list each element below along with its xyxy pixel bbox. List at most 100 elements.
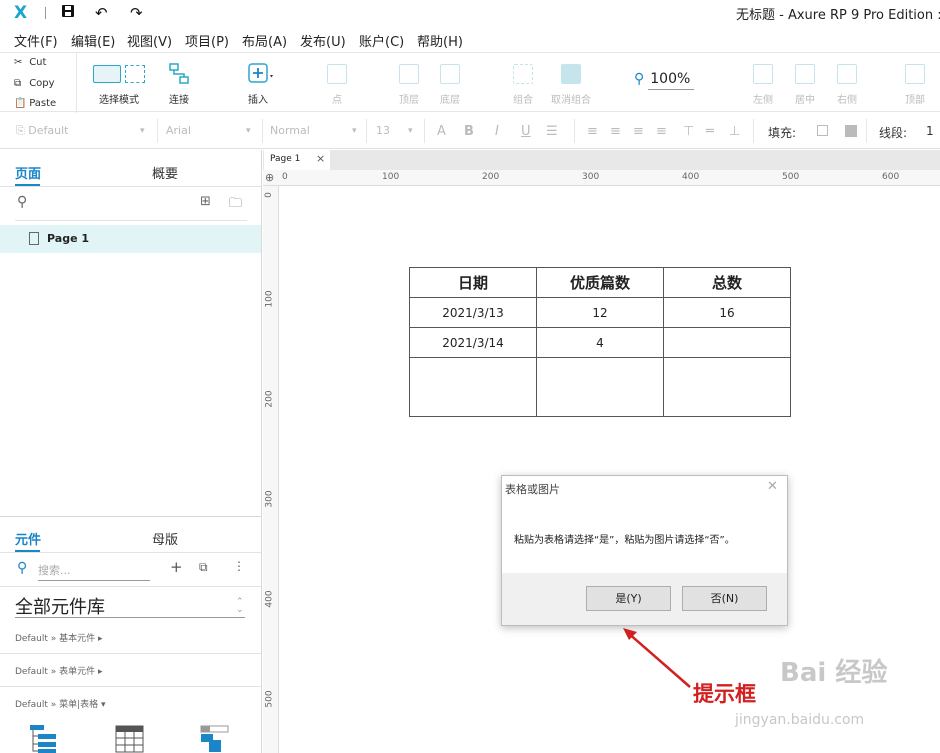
menu-project[interactable]: 项目(P) xyxy=(185,31,229,50)
yes-button[interactable]: 是(Y) xyxy=(586,586,671,611)
widget-search-input[interactable]: 搜索... xyxy=(38,562,150,581)
connect-button[interactable]: 连接 xyxy=(149,61,209,106)
table-cell[interactable] xyxy=(663,327,791,358)
menu-file[interactable]: 文件(F) xyxy=(14,31,58,50)
more-icon[interactable]: ⋮ xyxy=(233,559,245,573)
library-options-icon[interactable]: ⧉ xyxy=(199,560,208,575)
menu-layout[interactable]: 布局(A) xyxy=(242,31,287,50)
search-icon[interactable]: ⚲ xyxy=(17,194,27,210)
tab-pages[interactable]: 页面 xyxy=(15,163,41,182)
table-header-cell[interactable]: 总数 xyxy=(663,267,791,298)
align-top-button[interactable]: 顶部 xyxy=(890,61,940,106)
bullet-list-icon[interactable]: ☰ xyxy=(546,124,558,139)
watermark-url: jingyan.baidu.com xyxy=(735,712,865,728)
table-header-cell[interactable]: 日期 xyxy=(409,267,537,298)
add-folder-icon[interactable]: 🗀 xyxy=(229,194,242,216)
menu-edit[interactable]: 编辑(E) xyxy=(71,31,115,50)
ruler-h-label: 500 xyxy=(782,172,800,182)
zoom-value[interactable]: 100% xyxy=(648,71,695,90)
align-text-center-icon[interactable]: ≡ xyxy=(610,124,621,139)
page-list-item[interactable]: Page 1 xyxy=(0,225,261,253)
menu-account[interactable]: 账户(C) xyxy=(359,31,404,50)
section-divider xyxy=(0,653,261,654)
horizontal-ruler: ⊕ 0 100 200 300 400 500 600 xyxy=(263,170,940,186)
tab-masters[interactable]: 母版 xyxy=(152,529,178,548)
copy-button[interactable]: ⧉ Copy xyxy=(14,78,55,89)
align-right-icon xyxy=(837,64,857,84)
tab-widgets[interactable]: 元件 xyxy=(15,529,41,548)
table-cell[interactable]: 16 xyxy=(663,297,791,328)
ungroup-button[interactable]: 取消组合 xyxy=(541,61,601,106)
undo-icon[interactable]: ↶ xyxy=(95,4,108,22)
zoom-control[interactable]: ⚲ 100% xyxy=(634,71,695,90)
font-select[interactable]: Arial xyxy=(166,124,191,137)
add-library-icon[interactable]: + xyxy=(170,558,183,576)
table-widget-icon[interactable] xyxy=(115,725,145,753)
bottom-layer-label: 底层 xyxy=(440,95,460,106)
tab-outline[interactable]: 概要 xyxy=(152,163,178,182)
italic-icon[interactable]: I xyxy=(495,124,499,139)
style-select[interactable]: ⎘ Default xyxy=(16,124,69,138)
redo-icon[interactable]: ↷ xyxy=(130,4,143,22)
save-icon[interactable] xyxy=(61,4,75,22)
connector-icon xyxy=(169,63,189,84)
library-select[interactable]: 全部元件库 xyxy=(15,593,105,619)
paste-icon: 📋 xyxy=(14,98,27,109)
section-basic-widgets[interactable]: Default » 基本元件 ▸ xyxy=(15,631,103,644)
table-header-cell[interactable]: 优质篇数 xyxy=(536,267,664,298)
table-cell[interactable] xyxy=(409,357,537,417)
close-tab-icon[interactable]: × xyxy=(316,152,325,165)
table-row xyxy=(409,357,791,417)
tree-widget-icon[interactable] xyxy=(28,725,58,753)
underline-icon[interactable]: U xyxy=(521,124,531,139)
weight-select[interactable]: Normal xyxy=(270,124,310,137)
table-cell[interactable] xyxy=(536,357,664,417)
align-right-button[interactable]: 右侧 xyxy=(817,61,877,106)
insert-button[interactable]: 插入 xyxy=(228,61,288,106)
valign-top-icon[interactable]: ⊤ xyxy=(683,124,694,139)
fill-gradient-swatch[interactable] xyxy=(845,125,857,137)
bottom-layer-button[interactable]: 底层 xyxy=(420,61,480,106)
justify-text-icon[interactable]: ≡ xyxy=(656,124,667,139)
toolbar-divider xyxy=(76,53,77,113)
stroke-width-value[interactable]: 1 xyxy=(926,124,934,138)
widget-search-icon: ⚲ xyxy=(17,560,28,576)
point-icon xyxy=(327,64,347,84)
menu-help[interactable]: 帮助(H) xyxy=(417,31,463,50)
dialog-close-icon[interactable]: ✕ xyxy=(767,479,778,494)
point-button[interactable]: 点 xyxy=(307,61,367,106)
document-tab[interactable]: Page 1 × xyxy=(264,150,330,170)
font-size-select[interactable]: 13 xyxy=(376,124,390,137)
data-table[interactable]: 日期 优质篇数 总数 2021/3/13 12 16 2021/3/14 4 xyxy=(409,267,791,417)
section-form-widgets[interactable]: Default » 表单元件 ▸ xyxy=(15,664,103,677)
valign-middle-icon[interactable]: ═ xyxy=(706,124,714,139)
font-dropdown-icon: ▾ xyxy=(246,126,251,136)
table-cell[interactable]: 12 xyxy=(536,297,664,328)
valign-bottom-icon[interactable]: ⊥ xyxy=(729,124,740,139)
table-cell[interactable]: 2021/3/13 xyxy=(409,297,537,328)
align-right-label: 右侧 xyxy=(837,95,857,106)
font-color-icon[interactable]: A xyxy=(437,124,446,139)
fill-label: 填充: xyxy=(768,126,797,140)
paste-button[interactable]: 📋 Paste xyxy=(14,98,56,109)
ruler-v-label: 500 xyxy=(264,690,275,708)
ruler-h-label: 400 xyxy=(682,172,700,182)
align-text-left-icon[interactable]: ≡ xyxy=(587,124,598,139)
align-top-label: 顶部 xyxy=(905,95,925,106)
section-menu-table[interactable]: Default » 菜单|表格 ▾ xyxy=(15,697,106,710)
bold-icon[interactable]: B xyxy=(464,124,474,139)
fill-color-swatch[interactable] xyxy=(817,125,828,136)
align-text-right-icon[interactable]: ≡ xyxy=(633,124,644,139)
menu-widget-icon[interactable] xyxy=(200,725,230,753)
no-button[interactable]: 否(N) xyxy=(682,586,767,611)
add-page-icon[interactable]: ⊞ xyxy=(200,194,211,209)
table-cell[interactable]: 2021/3/14 xyxy=(409,327,537,358)
table-cell[interactable]: 4 xyxy=(536,327,664,358)
ruler-v-label: 400 xyxy=(264,590,275,608)
table-cell[interactable] xyxy=(663,357,791,417)
document-tab-label: Page 1 xyxy=(270,154,301,164)
menu-view[interactable]: 视图(V) xyxy=(127,31,172,50)
select-mode-button[interactable]: 选择模式 xyxy=(84,61,154,106)
cut-button[interactable]: ✂ Cut xyxy=(14,57,46,68)
menu-publish[interactable]: 发布(U) xyxy=(300,31,346,50)
